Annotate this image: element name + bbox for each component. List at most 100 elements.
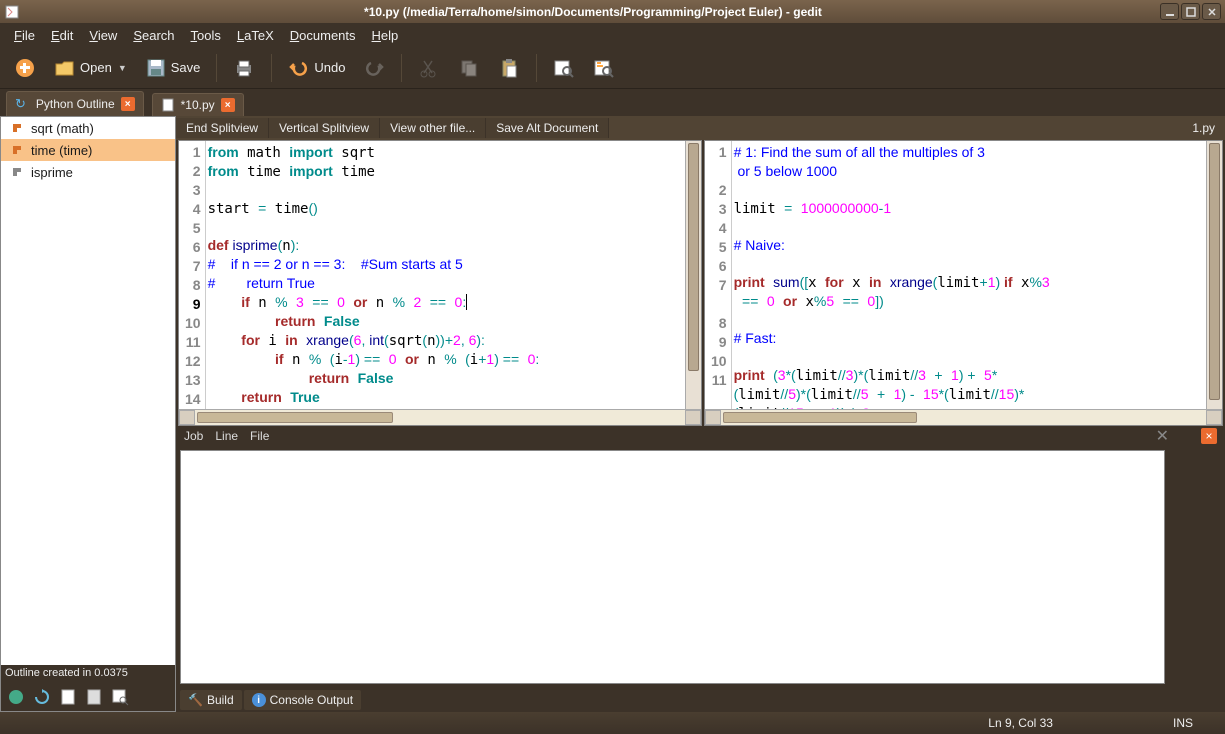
close-panel-button[interactable]: × (1201, 428, 1217, 444)
window-controls (1160, 3, 1221, 20)
new-button[interactable] (8, 53, 42, 83)
find-button[interactable] (547, 53, 581, 83)
editor-toolbar: End Splitview Vertical Splitview View ot… (176, 116, 1225, 140)
outline-item[interactable]: sqrt (math) (1, 117, 175, 139)
menu-edit[interactable]: Edit (43, 28, 81, 43)
menu-search[interactable]: Search (125, 28, 182, 43)
config-icon[interactable] (5, 686, 27, 708)
open-button[interactable]: Open ▼ (48, 53, 133, 83)
outline-item[interactable]: time (time) (1, 139, 175, 161)
redo-button[interactable] (357, 53, 391, 83)
insert-mode: INS (1173, 716, 1193, 730)
outline-label: sqrt (math) (31, 121, 94, 136)
refresh-icon: ↻ (15, 96, 26, 112)
sidebar-status: Outline created in 0.0375 (1, 665, 175, 683)
tabbar: ↻ Python Outline × *10.py × (0, 89, 1225, 116)
open-label: Open (80, 60, 112, 75)
refresh-icon[interactable] (31, 686, 53, 708)
sidebar: sqrt (math) time (time) isprime Outline cr… (0, 116, 176, 712)
outline-label: time (time) (31, 143, 92, 158)
left-gutter: 1 2 3 4 5 6 7 8 9 10 11 12 13 14 15 16 1… (179, 141, 206, 409)
window-title: *10.py (/media/Terra/home/simon/Document… (26, 5, 1160, 19)
separator (401, 54, 402, 82)
console-tab[interactable]: iConsole Output (244, 690, 361, 710)
left-code[interactable]: from math import sqrt from time import t… (206, 141, 685, 409)
cut-icon (418, 57, 440, 79)
save-alt-document-button[interactable]: Save Alt Document (486, 118, 609, 138)
vertical-scrollbar[interactable] (1206, 141, 1222, 409)
build-tab[interactable]: 🔨Build (180, 690, 242, 710)
bottom-panel-tabs: 🔨Build iConsole Output (176, 688, 1225, 712)
undo-button[interactable]: Undo (282, 53, 351, 83)
save-label: Save (171, 60, 201, 75)
close-tab-icon[interactable]: × (221, 98, 235, 112)
maximize-button[interactable] (1181, 3, 1200, 20)
search-icon (553, 57, 575, 79)
function-icon (9, 120, 25, 136)
search-icon[interactable] (109, 686, 131, 708)
view-other-file-button[interactable]: View other file... (380, 118, 486, 138)
editor-tab[interactable]: *10.py × (152, 93, 244, 116)
print-button[interactable] (227, 53, 261, 83)
find-replace-button[interactable] (587, 53, 621, 83)
paste-button[interactable] (492, 53, 526, 83)
editor-tab-label: *10.py (181, 98, 215, 112)
cursor-position: Ln 9, Col 33 (988, 716, 1053, 730)
save-button[interactable]: Save (139, 53, 207, 83)
close-panel-icon[interactable]: ✕ (1156, 426, 1169, 446)
sidebar-toolbar (1, 683, 175, 711)
menu-tools[interactable]: Tools (183, 28, 229, 43)
file-icon (161, 98, 175, 112)
save-icon (145, 57, 167, 79)
menu-view[interactable]: View (81, 28, 125, 43)
function-icon (9, 142, 25, 158)
minimize-button[interactable] (1160, 3, 1179, 20)
close-button[interactable] (1202, 3, 1221, 20)
right-gutter: 1 2 3 4 5 6 7 8 9 10 11 (705, 141, 732, 409)
left-editor-pane: 1 2 3 4 5 6 7 8 9 10 11 12 13 14 15 16 1… (178, 140, 702, 426)
copy-button[interactable] (452, 53, 486, 83)
sidebar-tab[interactable]: ↻ Python Outline × (6, 91, 144, 116)
copy-icon (458, 57, 480, 79)
toolbar: Open ▼ Save Undo (0, 47, 1225, 89)
bottom-panel-header: Job Line File ✕ × (176, 426, 1225, 446)
print-icon (233, 57, 255, 79)
doc1-icon[interactable] (57, 686, 79, 708)
new-file-icon (14, 57, 36, 79)
chevron-down-icon[interactable]: ▼ (118, 63, 127, 73)
separator (536, 54, 537, 82)
separator (216, 54, 217, 82)
menu-file[interactable]: File (6, 28, 43, 43)
right-code[interactable]: # 1: Find the sum of all the multiples o… (732, 141, 1206, 409)
folder-open-icon (54, 57, 76, 79)
build-icon: 🔨 (188, 693, 203, 707)
horizontal-scrollbar[interactable] (705, 409, 1222, 425)
statusbar: Ln 9, Col 33 INS (0, 712, 1225, 734)
doc2-icon[interactable] (83, 686, 105, 708)
col-job: Job (184, 429, 203, 443)
menubar: FileEditViewSearchToolsLaTeXDocumentsHel… (0, 23, 1225, 47)
end-splitview-button[interactable]: End Splitview (176, 118, 269, 138)
vertical-splitview-button[interactable]: Vertical Splitview (269, 118, 380, 138)
titlebar: *10.py (/media/Terra/home/simon/Document… (0, 0, 1225, 23)
menu-latex[interactable]: LaTeX (229, 28, 282, 43)
info-icon: i (252, 693, 266, 707)
menu-documents[interactable]: Documents (282, 28, 364, 43)
outline-label: isprime (31, 165, 73, 180)
outline-list[interactable]: sqrt (math) time (time) isprime (1, 117, 175, 665)
col-line: Line (215, 429, 238, 443)
separator (271, 54, 272, 82)
horizontal-scrollbar[interactable] (179, 409, 701, 425)
cut-button[interactable] (412, 53, 446, 83)
redo-icon (363, 57, 385, 79)
undo-label: Undo (314, 60, 345, 75)
menu-help[interactable]: Help (364, 28, 407, 43)
vertical-scrollbar[interactable] (685, 141, 701, 409)
bottom-panel-body[interactable] (180, 450, 1165, 684)
app-icon (4, 4, 20, 20)
alt-file-label: 1.py (1182, 118, 1225, 138)
close-tab-icon[interactable]: × (121, 97, 135, 111)
outline-item[interactable]: isprime (1, 161, 175, 183)
sidebar-tab-label: Python Outline (36, 97, 115, 111)
col-file: File (250, 429, 269, 443)
